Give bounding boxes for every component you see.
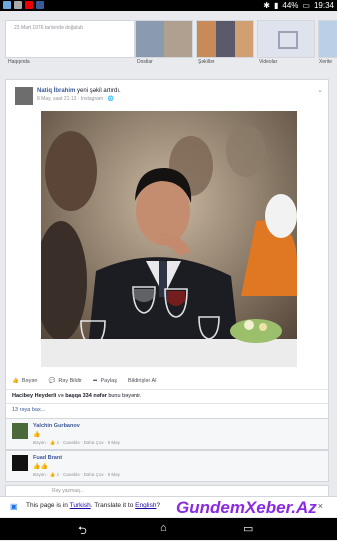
tab-photos[interactable]: Şəkillər bbox=[198, 59, 214, 65]
like-label: Bəyən bbox=[21, 378, 38, 384]
thumbs-up-icon: 👍👍 bbox=[33, 464, 48, 470]
likes-mid: və bbox=[57, 393, 64, 399]
friend-photo bbox=[164, 21, 192, 57]
thumbs-up-icon: 👍 bbox=[12, 378, 19, 384]
share-label: Paylaş bbox=[100, 378, 117, 384]
divider bbox=[6, 389, 328, 390]
home-icon[interactable]: ⌂ bbox=[160, 522, 167, 534]
commenter-name[interactable]: Yalchin Gurbanov bbox=[33, 423, 80, 429]
battery-level: 44% bbox=[282, 1, 299, 10]
divider bbox=[6, 403, 328, 404]
post-actions: 👍 Bəyən 💬 Rəy Bildir ➦ Paylaş Bildirişlər A… bbox=[12, 378, 156, 384]
comment-meta[interactable]: Bəyən · 👍 1 · Cavablə · Daha Çox · 8 May bbox=[33, 472, 120, 478]
shield-icon bbox=[3, 1, 11, 9]
commenter-avatar[interactable] bbox=[12, 423, 28, 439]
comment-label: Rəy Bildir bbox=[58, 378, 82, 384]
tab-friends[interactable]: Dostlar bbox=[137, 59, 153, 65]
likes-count[interactable]: başqa 334 nəfər bbox=[65, 393, 107, 399]
post-meta: 8 May, saat 21:13 · Instagram · 🌐 bbox=[37, 96, 114, 102]
chevron-down-icon[interactable]: ⌄ bbox=[317, 86, 323, 94]
close-icon[interactable]: × bbox=[318, 501, 323, 511]
commenter-name[interactable]: Fuad Brant bbox=[33, 455, 62, 461]
photo-thumb bbox=[197, 21, 216, 57]
translate-suffix: ? bbox=[156, 502, 161, 509]
photos-tile[interactable] bbox=[196, 20, 254, 58]
share-icon: ➦ bbox=[92, 378, 98, 384]
commenter-avatar[interactable] bbox=[12, 455, 28, 471]
about-text: 23 Mart 1976 tarixində doğulub bbox=[14, 25, 83, 31]
youtube-icon bbox=[25, 1, 33, 9]
comment-item: Fuad Brant 👍👍 Bəyən · 👍 1 · Cavablə · Da… bbox=[5, 450, 329, 482]
photo-thumb bbox=[235, 21, 253, 57]
translate-message: This page is in Turkish. Translate it to… bbox=[26, 502, 160, 509]
battery-icon: ▭ bbox=[302, 1, 310, 10]
liker-name[interactable]: Hacibey Heyderli bbox=[12, 393, 56, 399]
status-bar: ✱ ▮ 44% ▭ 19:34 bbox=[0, 0, 337, 11]
profile-tabs-strip: 23 Mart 1976 tarixində doğulub Haqqında … bbox=[0, 11, 337, 68]
notifications-label: Bildirişlər Al bbox=[128, 378, 157, 384]
author-name[interactable]: Natiq İbrahim bbox=[37, 88, 75, 94]
navigation-bar: ⮌ ⌂ ▭ bbox=[0, 518, 337, 540]
comment-button[interactable]: 💬 Rəy Bildir bbox=[48, 378, 81, 384]
clock: 19:34 bbox=[313, 1, 334, 10]
videos-tile[interactable] bbox=[257, 20, 315, 58]
friends-tile[interactable] bbox=[135, 20, 193, 58]
map-tile[interactable] bbox=[318, 20, 337, 58]
watermark-text: GundemXeber.Az bbox=[176, 498, 317, 517]
translate-icon: ▣ bbox=[10, 502, 18, 511]
notification-icons bbox=[3, 1, 44, 9]
comment-meta[interactable]: Bəyən · 👍 1 · Cavablə · Daha Çox · 8 May bbox=[33, 440, 120, 446]
share-button[interactable]: ➦ Paylaş bbox=[93, 378, 117, 384]
likes-tail: bunu bəyənir. bbox=[108, 393, 142, 399]
photo-thumb bbox=[216, 21, 235, 57]
translate-middle: . Translate it to bbox=[90, 502, 134, 509]
facebook-icon bbox=[36, 1, 44, 9]
globe-icon: 🌐 bbox=[107, 96, 114, 102]
back-icon[interactable]: ⮌ bbox=[78, 522, 87, 541]
post-action-text: yeni şəkil artırdı. bbox=[77, 88, 121, 94]
translate-to-english-link[interactable]: English bbox=[135, 502, 156, 509]
film-icon bbox=[278, 31, 298, 49]
like-button[interactable]: 👍 Bəyən bbox=[12, 378, 37, 384]
comment-icon: 💬 bbox=[48, 378, 56, 384]
translate-prefix: This page is in bbox=[26, 502, 68, 509]
post-photo[interactable] bbox=[41, 111, 297, 367]
notifications-button[interactable]: Bildirişlər Al bbox=[128, 378, 156, 384]
source-language-link[interactable]: Turkish bbox=[70, 502, 91, 509]
post-card: Natiq İbrahim yeni şəkil artırdı. 8 May,… bbox=[5, 79, 329, 426]
about-card[interactable]: 23 Mart 1976 tarixində doğulub bbox=[5, 20, 135, 58]
post-timestamp: 8 May, saat 21:13 · Instagram · bbox=[37, 96, 108, 102]
friend-photo bbox=[136, 21, 164, 57]
signal-icon: ▮ bbox=[273, 1, 279, 10]
likes-summary[interactable]: Hacibey Heyderli və başqa 334 nəfər bunu… bbox=[12, 393, 141, 399]
tab-about[interactable]: Haqqında bbox=[8, 59, 30, 65]
view-comments-link[interactable]: 13 rəya bax... bbox=[12, 407, 45, 413]
post-header: Natiq İbrahim yeni şəkil artırdı. bbox=[37, 88, 121, 94]
author-avatar[interactable] bbox=[15, 87, 33, 105]
bluetooth-icon: ✱ bbox=[263, 1, 270, 10]
tab-map[interactable]: Xerite bbox=[319, 59, 332, 65]
write-placeholder: Rəy yazmaq... bbox=[52, 488, 84, 494]
recent-apps-icon[interactable]: ▭ bbox=[243, 522, 253, 535]
photo-illustration bbox=[41, 111, 297, 367]
tab-videos[interactable]: Videolar bbox=[259, 59, 277, 65]
thumbs-up-icon: 👍 bbox=[33, 432, 41, 438]
comment-item: Yalchin Gurbanov 👍 Bəyən · 👍 1 · Cavablə… bbox=[5, 418, 329, 450]
message-icon bbox=[14, 1, 22, 9]
